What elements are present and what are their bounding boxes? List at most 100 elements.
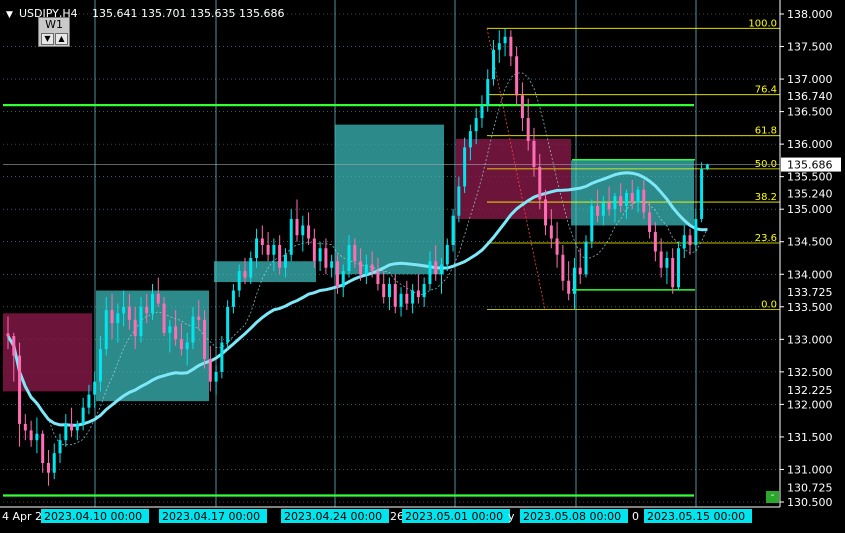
candle-body (295, 218, 299, 236)
price-tick-label: 132.000 (787, 398, 833, 411)
fibo-level-label: 0.0 (761, 299, 777, 310)
price-tick-label: 137.500 (787, 41, 833, 54)
candle-body (312, 238, 316, 262)
candle-body (116, 313, 120, 324)
candle-body (700, 168, 704, 219)
candle-body (347, 244, 351, 272)
price-tick-label: 134.000 (787, 268, 833, 281)
candle-body (526, 118, 530, 141)
timeframe-down-button[interactable]: ▼ (41, 33, 54, 45)
price-tick-label: 136.500 (787, 106, 833, 119)
candle-body (451, 215, 455, 245)
date-label: 2023.05.08 00:00 (523, 510, 621, 523)
date-label: 2023.05.15 00:00 (647, 510, 745, 523)
date-label-partial: 26 (390, 510, 404, 523)
candle-body (590, 205, 594, 242)
candle-body (87, 394, 91, 408)
price-tick-label: 138.000 (787, 8, 833, 21)
candle-body (283, 254, 287, 268)
candle-body (607, 202, 611, 210)
menu-arrow-icon[interactable]: ▼ (6, 10, 13, 20)
date-label: 2023.04.17 00:00 (162, 510, 260, 523)
candle-body (307, 225, 311, 239)
candle-body (694, 218, 698, 245)
candle-body (497, 43, 501, 50)
candle-body (399, 293, 403, 307)
candle-body (653, 231, 657, 252)
candle-body (636, 189, 640, 203)
candle-body (104, 310, 108, 350)
candle-body (416, 290, 420, 298)
price-tick-label: 132.500 (787, 366, 833, 379)
chart-root[interactable]: 100.0 76.4 61.8 50.0 38.2 23.6 0.0 138.000 137.… (0, 0, 845, 529)
scroll-marker-icon[interactable]: - (766, 491, 779, 503)
bull-zone (335, 124, 444, 275)
candle-body (98, 349, 102, 382)
price-label: 133.725 (787, 286, 833, 299)
timeframe-panel: W1 ▼ ▲ (38, 17, 70, 47)
price-tick-label: 136.000 (787, 138, 833, 151)
price-axis: 138.000 137.500 137.000 136.500 136.000 135.5… (779, 0, 845, 529)
fibo-level-label: 76.4 (755, 85, 777, 96)
candle-body (6, 333, 10, 337)
candle-body (376, 271, 380, 285)
candle-body (174, 326, 178, 340)
candle-body (422, 284, 426, 298)
candle-body (255, 238, 259, 258)
candle-body (93, 381, 97, 395)
candle-body (231, 290, 235, 307)
candle-body (58, 440, 62, 454)
candle-body (682, 235, 686, 249)
candle-body (613, 196, 617, 210)
candle-body (179, 339, 183, 350)
candle-body (197, 316, 201, 320)
candle-body (127, 306, 131, 320)
candle-body (642, 189, 646, 213)
candle-body (572, 267, 576, 294)
candle-body (411, 290, 415, 304)
price-tick-label: 134.500 (787, 236, 833, 249)
candle-body (70, 423, 74, 431)
date-label-partial: 0 (632, 510, 639, 523)
candle-body (584, 241, 588, 275)
candle-body (538, 166, 542, 200)
candle-body (191, 316, 195, 343)
candle-body (220, 342, 224, 372)
candle-body (503, 36, 507, 44)
candle-body (520, 95, 524, 119)
candle-body (266, 244, 270, 255)
candle-body (35, 433, 39, 441)
ohlc-values: 135.641 135.701 135.635 135.686 (92, 7, 284, 20)
candle-body (12, 336, 16, 356)
candle-body (203, 319, 207, 359)
candle-body (532, 140, 536, 167)
candle-body (359, 261, 363, 275)
price-chart[interactable]: 100.076.461.850.038.223.60.0 138.000137.… (0, 0, 845, 529)
candle-body (81, 407, 85, 424)
candle-body (289, 218, 293, 255)
candle-body (237, 271, 241, 291)
candle-body (41, 433, 45, 463)
candle-body (480, 105, 484, 119)
candle-body (64, 423, 68, 441)
candle-body (156, 293, 160, 304)
date-label: 2023.05.01 00:00 (405, 510, 503, 523)
candle-body (52, 453, 56, 473)
candle-body (515, 56, 519, 96)
candle-body (364, 264, 368, 275)
fibo-level-label: 61.8 (755, 126, 777, 137)
candle-body (324, 248, 328, 268)
candle-body (330, 261, 334, 268)
candle-body (122, 306, 126, 314)
candle-body (492, 49, 496, 80)
candle-body (688, 235, 692, 245)
candle-body (405, 293, 409, 304)
candle-body (260, 238, 264, 245)
candle-body (335, 261, 339, 288)
timeframe-up-button[interactable]: ▲ (55, 33, 68, 45)
candle-body (318, 248, 322, 262)
candle-body (549, 225, 553, 239)
price-label: 136.740 (787, 90, 833, 103)
candle-body (544, 199, 548, 226)
fibo-level-label: 23.6 (755, 233, 777, 244)
